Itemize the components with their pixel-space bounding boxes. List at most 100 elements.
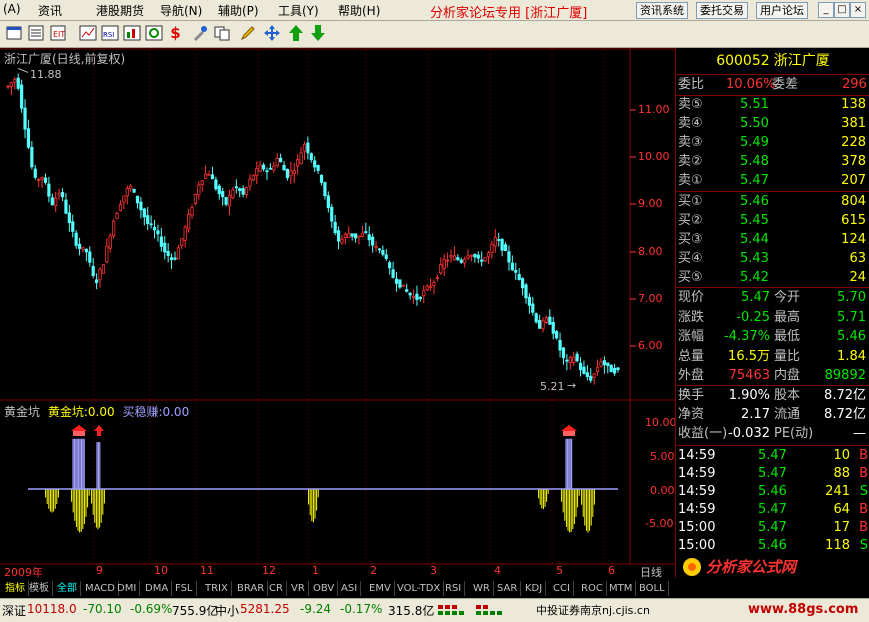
candle-body xyxy=(326,195,330,209)
tab-roc[interactable]: ROC xyxy=(578,581,607,596)
tab-mtm[interactable]: MTM xyxy=(606,581,637,596)
candle-body xyxy=(371,236,375,246)
move-icon[interactable] xyxy=(262,24,281,43)
price-tick: 11.00 xyxy=(638,103,670,116)
tab-cci[interactable]: CCI xyxy=(550,581,574,596)
price-tick: 9.00 xyxy=(638,197,663,210)
tab-brar[interactable]: BRAR xyxy=(234,581,269,596)
sell-level-label: 卖⑤ xyxy=(678,97,703,112)
candle-body xyxy=(319,174,324,183)
tab-voltdx[interactable]: VOL-TDX xyxy=(394,581,445,596)
sell-level-row: 卖④ 5.50 381 xyxy=(676,115,869,133)
tab-wr[interactable]: WR xyxy=(470,581,494,596)
menu-news[interactable]: 资讯 xyxy=(38,2,62,19)
chart-area[interactable]: 浙江广厦(日线,前复权) 11.88 5.21 → 11.00 10.00 9.… xyxy=(0,48,677,579)
window-icon[interactable] xyxy=(4,24,23,43)
list-icon[interactable] xyxy=(26,24,45,43)
tab-cr[interactable]: CR xyxy=(266,581,287,596)
buy-level-row: 买⑤ 5.42 24 xyxy=(676,269,869,287)
tab-indicator[interactable]: 指标 xyxy=(2,581,29,596)
tab-dma[interactable]: DMA xyxy=(142,581,173,596)
candle-body xyxy=(13,79,17,83)
refresh-icon[interactable] xyxy=(144,24,163,43)
buy-level-volume: 63 xyxy=(849,251,866,266)
indicator-tick: 10.00 xyxy=(645,416,677,429)
menu-assist[interactable]: 辅助(P) xyxy=(218,2,259,19)
candle-body xyxy=(166,250,170,256)
menu-navigate[interactable]: 导航(N) xyxy=(160,2,202,19)
tick-price: 5.47 xyxy=(758,466,787,481)
candle-body xyxy=(244,187,249,195)
candle-body xyxy=(285,168,290,179)
tab-template[interactable]: 模板 xyxy=(26,581,53,596)
weicha-label: 委差 xyxy=(772,77,799,92)
price-chart-svg[interactable] xyxy=(0,48,675,578)
chart-grid-icon[interactable] xyxy=(122,24,141,43)
candle-body xyxy=(135,195,140,204)
arrow-down-icon[interactable] xyxy=(308,24,327,43)
pencil-icon[interactable] xyxy=(238,24,257,43)
edit-icon[interactable]: EIT xyxy=(48,24,67,43)
candle-body xyxy=(255,168,259,176)
candle-body xyxy=(258,164,262,172)
line-chart-icon[interactable] xyxy=(78,24,97,43)
tab-trix[interactable]: TRIX xyxy=(202,581,232,596)
minimize-icon[interactable]: _ xyxy=(818,2,834,18)
buy-signal-icon xyxy=(563,431,575,436)
trade-button[interactable]: 委托交易 xyxy=(696,2,748,19)
tool-icon[interactable] xyxy=(190,24,209,43)
tab-kdj[interactable]: KDJ xyxy=(522,581,547,596)
price-tick: 10.00 xyxy=(638,150,670,163)
tab-obv[interactable]: OBV xyxy=(310,581,339,596)
tab-emv[interactable]: EMV xyxy=(366,581,395,596)
candle-body xyxy=(238,188,242,192)
candle-body xyxy=(251,174,255,181)
stat-label: 现价 xyxy=(678,290,705,305)
forum-button[interactable]: 用户论坛 xyxy=(756,2,808,19)
candle-body xyxy=(156,230,160,235)
candle-body xyxy=(330,206,334,222)
logo-text: 分析家公式网 xyxy=(706,558,797,576)
low-label: 5.21 xyxy=(540,380,565,393)
menu-a[interactable]: (A) xyxy=(3,2,21,16)
tab-all[interactable]: 全部 xyxy=(54,581,81,596)
tick-row: 14:59 5.46 241 S xyxy=(676,483,869,501)
buy-level-label: 买① xyxy=(678,194,703,209)
candle-body xyxy=(476,254,480,259)
candle-body xyxy=(279,157,283,163)
candle-body xyxy=(442,259,446,269)
sz-change: -70.10 xyxy=(83,602,122,616)
candle-body xyxy=(20,84,24,109)
tab-rsi[interactable]: RSI xyxy=(442,581,466,596)
candle-body xyxy=(64,199,68,214)
tab-vr[interactable]: VR xyxy=(288,581,309,596)
tick-side: B xyxy=(859,520,868,535)
candle-body xyxy=(241,188,245,195)
candle-body xyxy=(456,257,460,260)
rsi-icon[interactable]: RSI xyxy=(100,24,119,43)
stat-label: 量比 xyxy=(774,348,801,364)
candle-body xyxy=(40,176,44,180)
menu-help[interactable]: 帮助(H) xyxy=(338,2,380,19)
close-icon[interactable]: × xyxy=(850,2,866,18)
indicator-series xyxy=(45,425,595,533)
tab-boll[interactable]: BOLL xyxy=(636,581,669,596)
restore-icon[interactable]: □ xyxy=(834,2,850,18)
tab-sar[interactable]: SAR xyxy=(494,581,522,596)
menu-tools[interactable]: 工具(Y) xyxy=(278,2,319,19)
menu-hk-futures[interactable]: 港股期货 xyxy=(96,2,144,19)
buy-level-price: 5.43 xyxy=(740,251,769,266)
dollar-icon[interactable]: $ xyxy=(166,24,185,43)
arrow-up-icon[interactable] xyxy=(286,24,305,43)
news-system-button[interactable]: 资讯系统 xyxy=(636,2,688,19)
tab-dmi[interactable]: DMI xyxy=(114,581,141,596)
candle-body xyxy=(30,146,34,168)
candle-body xyxy=(323,182,327,197)
candle-body xyxy=(374,245,378,248)
tab-fsl[interactable]: FSL xyxy=(172,581,197,596)
tab-asi[interactable]: ASI xyxy=(338,581,362,596)
weicha-value: 296 xyxy=(842,77,867,92)
zx-label: 中小 xyxy=(215,604,240,618)
copy-icon[interactable] xyxy=(212,24,231,43)
candle-body xyxy=(204,173,208,179)
